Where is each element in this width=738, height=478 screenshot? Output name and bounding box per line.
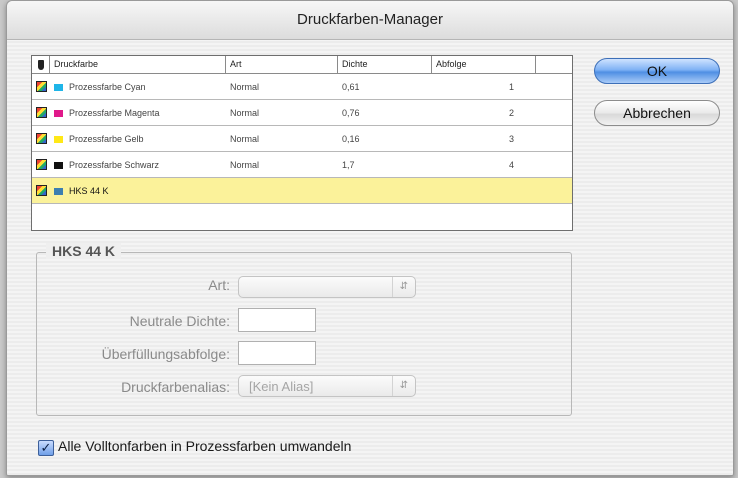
table-row[interactable]: Prozessfarbe Schwarz Normal 1,7 4 — [32, 152, 572, 178]
convert-spot-colors-checkbox[interactable]: ✓ — [38, 440, 54, 456]
ink-sequence-cell: 2 — [508, 107, 514, 118]
popup-arrows-icon: ⇵ — [392, 376, 415, 396]
process-ink-icon — [36, 185, 47, 196]
ink-color-swatch — [54, 135, 63, 143]
table-body: Prozessfarbe Cyan Normal 0,61 1 Prozessfarbe… — [32, 74, 572, 204]
print-toggle[interactable] — [32, 107, 50, 118]
ink-color-swatch — [54, 187, 63, 195]
column-header-abfolge[interactable]: Abfolge — [432, 56, 536, 73]
ink-name-cell: Prozessfarbe Gelb — [50, 134, 226, 144]
ink-type-cell: Normal — [230, 81, 260, 92]
dialog-title: Druckfarben-Manager — [7, 1, 733, 40]
print-icon — [37, 59, 44, 70]
ink-name-cell: Prozessfarbe Magenta — [50, 108, 226, 118]
ink-name-cell: Prozessfarbe Cyan — [50, 82, 226, 92]
ink-density-cell: 0,16 — [342, 133, 360, 144]
checkmark-icon: ✓ — [40, 440, 52, 455]
ok-button[interactable]: OK — [594, 58, 720, 84]
print-toggle[interactable] — [32, 159, 50, 170]
ink-density-cell: 0,61 — [342, 81, 360, 92]
process-ink-icon — [36, 107, 47, 118]
print-toggle[interactable] — [32, 133, 50, 144]
trapping-sequence-label: Überfüllungsabfolge: — [101, 346, 230, 362]
column-header-dichte[interactable]: Dichte — [338, 56, 432, 73]
ink-name-cell: Prozessfarbe Schwarz — [50, 160, 226, 170]
convert-spot-colors-label[interactable]: Alle Volltonfarben in Prozessfarben umwa… — [58, 438, 351, 454]
ink-color-swatch — [54, 161, 63, 169]
ink-sequence-cell: 1 — [508, 81, 514, 92]
neutral-density-label: Neutrale Dichte: — [129, 313, 230, 329]
table-row[interactable]: Prozessfarbe Gelb Normal 0,16 3 — [32, 126, 572, 152]
column-header-druckfarbe[interactable]: Druckfarbe — [50, 56, 226, 73]
ink-density-cell: 1,7 — [342, 159, 355, 170]
ink-type-cell: Normal — [230, 159, 260, 170]
print-toggle[interactable] — [32, 81, 50, 92]
table-header: Druckfarbe Art Dichte Abfolge — [32, 56, 572, 74]
ink-alias-label: Druckfarbenalias: — [121, 379, 230, 395]
ink-color-swatch — [54, 109, 63, 117]
column-header-art[interactable]: Art — [226, 56, 338, 73]
ink-sequence-cell: 4 — [508, 159, 514, 170]
table-row[interactable]: Prozessfarbe Cyan Normal 0,61 1 — [32, 74, 572, 100]
ink-name: HKS 44 K — [69, 185, 109, 196]
ink-density-cell: 0,76 — [342, 107, 360, 118]
ink-name: Prozessfarbe Cyan — [69, 81, 146, 92]
details-group-title: HKS 44 K — [46, 243, 122, 259]
popup-arrows-icon: ⇵ — [392, 277, 415, 297]
trapping-sequence-field[interactable] — [238, 341, 316, 365]
neutral-density-field[interactable] — [238, 308, 316, 332]
ink-name: Prozessfarbe Magenta — [69, 107, 160, 118]
ink-name: Prozessfarbe Schwarz — [69, 159, 160, 170]
ink-color-swatch — [54, 83, 63, 91]
cancel-button[interactable]: Abbrechen — [594, 100, 720, 126]
table-row[interactable]: HKS 44 K — [32, 178, 572, 204]
ink-alias-value: [Kein Alias] — [249, 379, 314, 394]
art-label: Art: — [208, 277, 230, 293]
process-ink-icon — [36, 81, 47, 92]
ink-sequence-cell: 3 — [508, 133, 514, 144]
ink-type-cell: Normal — [230, 133, 260, 144]
process-ink-icon — [36, 159, 47, 170]
ink-alias-popup[interactable]: [Kein Alias] ⇵ — [238, 375, 416, 397]
table-row[interactable]: Prozessfarbe Magenta Normal 0,76 2 — [32, 100, 572, 126]
ink-name-cell: HKS 44 K — [50, 186, 226, 196]
ink-type-cell: Normal — [230, 107, 260, 118]
print-toggle[interactable] — [32, 185, 50, 196]
ink-name: Prozessfarbe Gelb — [69, 133, 144, 144]
art-popup[interactable]: ⇵ — [238, 276, 416, 298]
ink-table: Druckfarbe Art Dichte Abfolge Prozessfar… — [31, 55, 573, 231]
print-column-header[interactable] — [32, 56, 50, 73]
process-ink-icon — [36, 133, 47, 144]
